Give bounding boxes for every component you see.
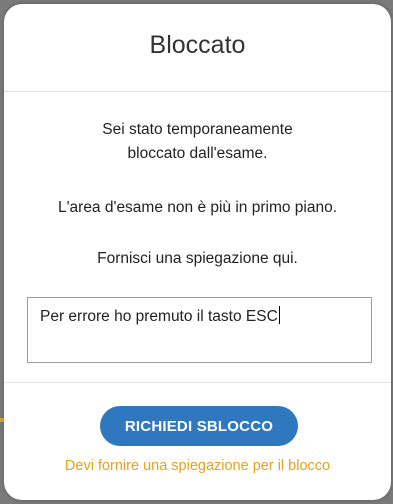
dialog-header: Bloccato (4, 4, 391, 92)
request-unlock-button[interactable]: RICHIEDI SBLOCCO (100, 406, 298, 446)
explanation-text: Per errore ho premuto il tasto ESC (40, 308, 278, 325)
explain-prompt: Fornisci una spiegazione qui. (97, 250, 298, 267)
dialog-body: Sei stato temporaneamente bloccato dall'… (4, 92, 391, 382)
dialog-footer: RICHIEDI SBLOCCO Devi fornire una spiega… (4, 382, 391, 500)
dialog-title: Bloccato (149, 31, 246, 59)
locked-message: Sei stato temporaneamente bloccato dall'… (102, 121, 293, 162)
validation-warning: Devi fornire una spiegazione per il bloc… (64, 458, 331, 474)
explanation-textarea[interactable]: Per errore ho premuto il tasto ESC (27, 297, 372, 363)
text-caret (278, 306, 280, 324)
blocked-dialog: Bloccato Sei stato temporaneamente blocc… (4, 4, 391, 500)
focus-lost-message: L'area d'esame non è più in primo piano. (57, 199, 338, 216)
